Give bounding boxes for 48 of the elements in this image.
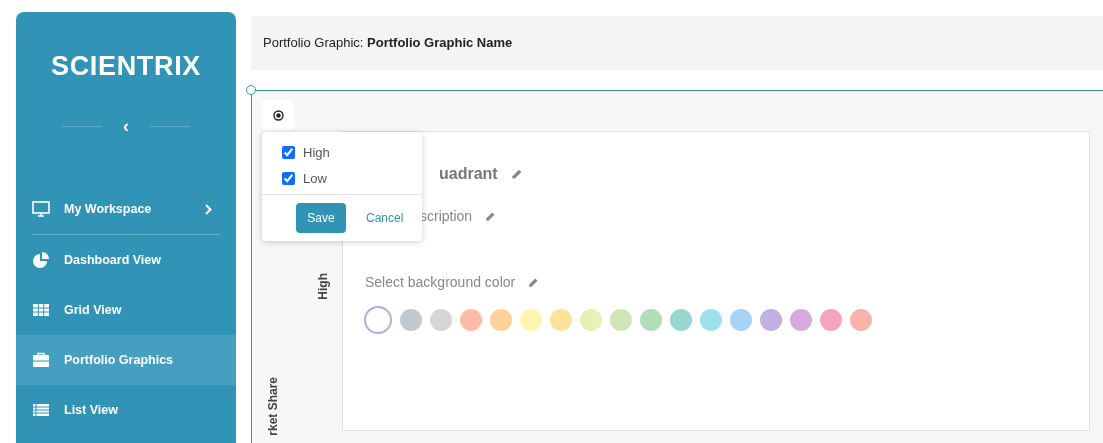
toolbar-button[interactable]	[262, 100, 294, 130]
nav-label: Grid View	[64, 301, 122, 319]
list-icon	[32, 401, 50, 419]
color-swatch[interactable]	[400, 309, 422, 331]
cancel-button[interactable]: Cancel	[366, 209, 404, 227]
radio-icon	[272, 109, 284, 121]
axis-label: rket Share	[265, 377, 281, 436]
quadrant-description: scription	[420, 207, 473, 226]
color-swatch[interactable]	[670, 309, 692, 331]
nav-label: My Workspace	[64, 200, 152, 218]
checkbox[interactable]	[282, 171, 295, 185]
color-swatch[interactable]	[850, 309, 872, 331]
save-button[interactable]: Save	[296, 203, 346, 233]
nav-label: List View	[64, 401, 118, 419]
logo: SCIENTRIX	[50, 50, 202, 82]
color-swatch[interactable]	[550, 309, 572, 331]
monitor-icon	[32, 200, 50, 218]
pencil-icon[interactable]	[509, 167, 523, 181]
pencil-icon[interactable]	[527, 276, 540, 289]
color-swatch[interactable]	[430, 309, 452, 331]
collapse-button[interactable]: ‹	[118, 116, 134, 136]
color-swatch[interactable]	[490, 309, 512, 331]
color-swatch[interactable]	[520, 309, 542, 331]
background-color-label: Select background color	[365, 273, 516, 292]
color-swatch[interactable]	[730, 309, 752, 331]
color-swatch[interactable]	[364, 306, 392, 334]
color-swatch[interactable]	[790, 309, 812, 331]
color-swatch[interactable]	[700, 309, 722, 331]
color-swatch[interactable]	[580, 309, 602, 331]
color-swatch[interactable]	[820, 309, 842, 331]
color-swatch[interactable]	[760, 309, 782, 331]
nav-label: Dashboard View	[64, 251, 162, 269]
nav-item[interactable]: Portfolio Graphics	[16, 335, 236, 385]
resize-handle[interactable]	[246, 85, 256, 95]
nav-label: Portfolio Graphics	[64, 351, 174, 369]
quadrant-title: uadrant	[439, 164, 498, 184]
option-label: Low	[303, 169, 327, 188]
option-label: High	[303, 144, 330, 162]
checkbox[interactable]	[282, 146, 295, 160]
color-swatch[interactable]	[640, 309, 662, 331]
color-swatch[interactable]	[610, 309, 632, 331]
pencil-icon[interactable]	[484, 210, 497, 223]
page-title: Portfolio Graphic: Portfolio Graphic Name	[263, 34, 513, 53]
briefcase-icon	[32, 351, 50, 369]
axis-label: High	[315, 273, 331, 300]
color-swatch[interactable]	[460, 309, 482, 331]
pie-chart-icon	[32, 251, 50, 269]
grid-icon	[32, 301, 50, 319]
